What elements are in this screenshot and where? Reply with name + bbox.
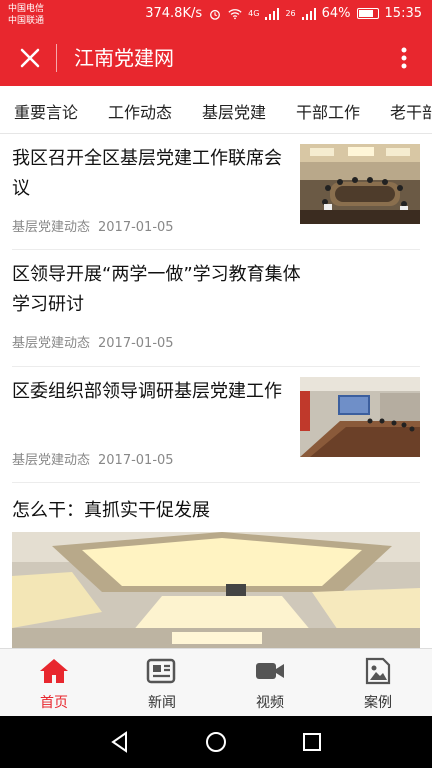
tab-grassroots-party[interactable]: 基层党建 (202, 99, 266, 123)
tab-important-speech[interactable]: 重要言论 (14, 99, 78, 123)
news-title: 区领导开展“两学一做”学习教育集体学习研讨 (12, 264, 301, 315)
ceiling-lights-photo (12, 532, 420, 648)
featured-image[interactable] (12, 532, 420, 648)
news-meta: 基层党建动态 2017-01-05 (12, 216, 174, 235)
nav-news[interactable]: 新闻 (108, 649, 216, 717)
wifi-icon (228, 8, 242, 19)
category-tabs: 重要言论 工作动态 基层党建 干部工作 老干部 (0, 86, 432, 134)
featured-title[interactable]: 怎么干：真抓实干促发展 (12, 496, 210, 522)
clock: 15:35 (384, 6, 422, 21)
news-title: 我区召开全区基层党建工作联席会议 (12, 148, 282, 199)
news-thumbnail (300, 377, 420, 457)
header-divider (56, 44, 57, 72)
back-icon[interactable] (108, 730, 132, 754)
app-header: 江南党建网 (0, 30, 432, 86)
page-title: 江南党建网 (74, 46, 174, 70)
carrier-1: 中国电信 (8, 4, 45, 14)
image-icon (365, 657, 391, 685)
carrier-info: 中国电信 中国联通 (8, 3, 44, 27)
network-speed: 374.8K/s (145, 6, 203, 21)
tab-work-news[interactable]: 工作动态 (108, 99, 172, 123)
newspaper-icon (146, 658, 176, 684)
system-navigation-bar (0, 716, 432, 768)
nav-cases[interactable]: 案例 (324, 649, 432, 717)
news-meta: 基层党建动态 2017-01-05 (12, 332, 174, 351)
nav-label-video: 视频 (256, 695, 284, 711)
news-category: 基层党建动态 (12, 220, 91, 235)
news-category: 基层党建动态 (12, 336, 91, 351)
meeting-room-photo (300, 144, 420, 224)
home-icon (40, 659, 68, 683)
video-camera-icon (256, 663, 284, 679)
nav-label-cases: 案例 (364, 695, 392, 711)
bottom-navigation: 首页 新闻 视频 案例 (0, 648, 432, 716)
news-item[interactable]: 区委组织部领导调研基层党建工作 基层党建动态 2017-01-05 (12, 367, 420, 483)
more-options-icon[interactable] (390, 44, 418, 72)
news-title: 区委组织部领导调研基层党建工作 (12, 381, 282, 402)
battery-percent: 64% (321, 6, 351, 21)
alarm-icon (210, 9, 221, 20)
close-icon[interactable] (16, 44, 44, 72)
news-date: 2017-01-05 (98, 220, 174, 235)
news-date: 2017-01-05 (98, 453, 174, 468)
nav-home[interactable]: 首页 (0, 649, 108, 717)
carrier-2: 中国联通 (8, 16, 45, 26)
meeting-projector-photo (300, 377, 420, 457)
recent-apps-icon[interactable] (300, 730, 324, 754)
tab-veteran-cadres[interactable]: 老干部 (390, 99, 432, 123)
news-category: 基层党建动态 (12, 453, 91, 468)
news-date: 2017-01-05 (98, 336, 174, 351)
home-circle-icon[interactable] (204, 730, 228, 754)
network-type-2: 26 (285, 8, 296, 18)
signal-icon-2 (301, 7, 316, 20)
signal-icon (265, 7, 280, 20)
network-type: 4G (248, 8, 260, 18)
news-item[interactable]: 区领导开展“两学一做”学习教育集体学习研讨 基层党建动态 2017-01-05 (12, 250, 420, 367)
status-bar: 中国电信 中国联通 374.8K/s 4G 26 64% 15:35 (0, 0, 432, 30)
tab-cadre-work[interactable]: 干部工作 (296, 99, 360, 123)
nav-video[interactable]: 视频 (216, 649, 324, 717)
nav-label-home: 首页 (40, 695, 68, 711)
news-thumbnail (300, 144, 420, 224)
battery-icon (356, 8, 379, 19)
news-meta: 基层党建动态 2017-01-05 (12, 449, 174, 468)
news-item[interactable]: 我区召开全区基层党建工作联席会议 基层党建动态 2017-01-05 (12, 134, 420, 250)
status-indicators: 374.8K/s 4G 26 64% 15:35 (145, 6, 422, 21)
nav-label-news: 新闻 (148, 695, 176, 711)
